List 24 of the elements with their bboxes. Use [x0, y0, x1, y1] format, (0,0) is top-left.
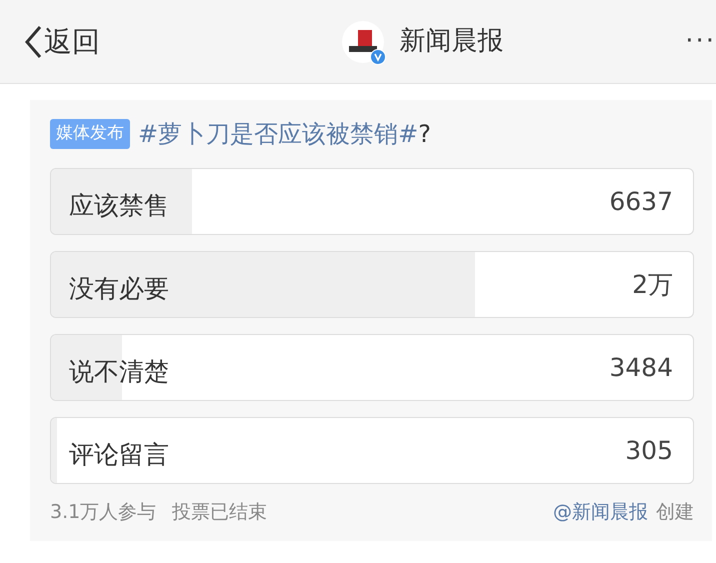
media-tag: 媒体发布 [50, 119, 130, 149]
option-label: 评论留言 [68, 438, 169, 471]
logo-icon [348, 30, 377, 52]
topic-link[interactable]: #萝卜刀是否应该被禁销# [138, 120, 418, 148]
poll-status: 投票已结束 [172, 500, 268, 525]
created-label: 创建 [656, 500, 694, 525]
account-name: 新闻晨报 [400, 25, 504, 58]
poll-option[interactable]: 说不清楚 3484 [50, 334, 694, 401]
poll-title: #萝卜刀是否应该被禁销#? [138, 119, 431, 150]
option-label: 说不清楚 [68, 356, 169, 388]
vote-count: 3484 [609, 352, 674, 384]
vote-count: 6637 [609, 186, 674, 218]
option-label: 应该禁售 [68, 190, 169, 222]
poll-option[interactable]: 应该禁售 6637 [50, 168, 694, 235]
creator-link[interactable]: @新闻晨报 [553, 498, 648, 526]
back-icon [24, 24, 42, 58]
vote-count: 305 [625, 434, 674, 467]
poll-option[interactable]: 评论留言 305 [50, 417, 694, 484]
option-label: 没有必要 [68, 272, 169, 305]
participant-count: 3.1万人参与 [50, 500, 156, 525]
vote-count: 2万 [632, 268, 674, 301]
back-button[interactable]: 返回 [24, 20, 100, 62]
poll-option[interactable]: 没有必要 2万 [50, 251, 694, 318]
more-button[interactable]: ··· [685, 22, 716, 61]
